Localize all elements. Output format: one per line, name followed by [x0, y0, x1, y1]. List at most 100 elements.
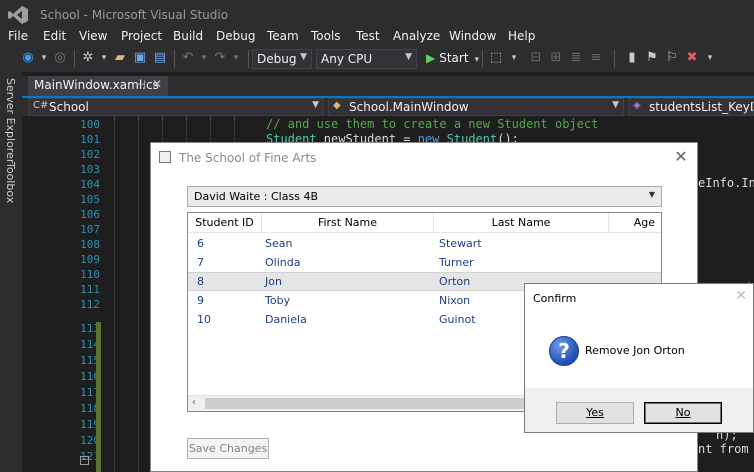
- yes-button[interactable]: Yes: [556, 402, 634, 424]
- undo-icon[interactable]: ↶: [180, 50, 196, 66]
- close-icon[interactable]: ✕: [152, 77, 162, 91]
- side-tool-strip: Server Explorer Toolbox: [0, 72, 22, 472]
- line-number: 109: [80, 253, 100, 266]
- line-number: 120: [80, 434, 100, 447]
- comment-icon[interactable]: ≣: [568, 50, 584, 66]
- student-id: 7: [197, 256, 204, 269]
- bookmark-icon[interactable]: ▮: [624, 50, 640, 66]
- class-icon: ◆: [333, 100, 341, 111]
- close-icon[interactable]: ✕: [735, 288, 747, 304]
- line-number: 117: [80, 386, 100, 399]
- new-dropdown-icon[interactable]: ▾: [96, 50, 112, 66]
- dialog-message: Remove Jon Orton: [585, 344, 685, 357]
- collapse-toggle-icon[interactable]: −: [80, 456, 89, 465]
- indent-guide: [138, 116, 139, 472]
- redo-icon[interactable]: ↷: [212, 50, 228, 66]
- menu-help[interactable]: Help: [508, 29, 535, 43]
- menu-view[interactable]: View: [79, 29, 107, 43]
- student-last-name: Orton: [439, 275, 471, 288]
- question-icon: ?: [549, 336, 579, 366]
- format-icon[interactable]: ⊞: [548, 50, 564, 66]
- class-value: School.MainWindow: [349, 100, 469, 114]
- configuration-dropdown[interactable]: Debug ▼: [252, 49, 312, 69]
- chevron-down-icon: ▼: [612, 100, 619, 110]
- back-dropdown-icon[interactable]: ▾: [36, 50, 52, 66]
- menu-debug[interactable]: Debug: [216, 29, 255, 43]
- list-item[interactable]: 7 Olinda Turner: [188, 253, 661, 272]
- no-button[interactable]: No: [644, 402, 722, 424]
- menu-tools[interactable]: Tools: [311, 29, 341, 43]
- toolbar-separator: [248, 50, 249, 68]
- next-bookmark-icon[interactable]: ⚐: [664, 50, 680, 66]
- chevron-down-icon: ▼: [300, 52, 307, 62]
- list-item[interactable]: 6 Sean Stewart: [188, 234, 661, 253]
- save-changes-button[interactable]: Save Changes: [187, 438, 269, 459]
- code-fragment: eInfo.Inv: [698, 176, 754, 190]
- uncomment-icon[interactable]: ≡: [588, 50, 604, 66]
- toolbox-tab[interactable]: Toolbox: [4, 162, 17, 203]
- no-label: No: [675, 406, 691, 419]
- prev-bookmark-icon[interactable]: ⚑: [644, 50, 660, 66]
- class-selector-value: David Waite : Class 4B: [194, 190, 318, 203]
- align-icon[interactable]: ⊟: [528, 50, 544, 66]
- close-icon[interactable]: ✕: [671, 147, 691, 167]
- navigation-bar: C# School ▼ ◆ School.MainWindow ▼ ◈ stud…: [22, 98, 754, 116]
- toolbar-separator: [174, 50, 175, 68]
- code-comment: // and use them to create a new Student …: [266, 117, 599, 131]
- toolbar-separator: [482, 50, 483, 68]
- chevron-down-icon: ▼: [312, 100, 319, 110]
- menu-project[interactable]: Project: [121, 29, 162, 43]
- student-last-name: Turner: [439, 256, 474, 269]
- undo-dropdown-icon[interactable]: ▾: [196, 50, 212, 66]
- project-value: School: [49, 100, 89, 114]
- toolbar-overflow-icon[interactable]: ▾: [702, 50, 718, 66]
- start-button[interactable]: ▶ Start ▾: [426, 51, 479, 65]
- platform-dropdown[interactable]: Any CPU ▼: [316, 49, 417, 69]
- open-folder-icon[interactable]: ▰: [112, 50, 128, 66]
- member-dropdown[interactable]: ◈ studentsList_KeyDown: [628, 98, 754, 116]
- save-all-icon[interactable]: ▤: [152, 50, 168, 66]
- line-number: 114: [80, 338, 100, 351]
- class-selector-dropdown[interactable]: David Waite : Class 4B ▼: [187, 186, 662, 207]
- menu-team[interactable]: Team: [267, 29, 299, 43]
- redo-dropdown-icon[interactable]: ▾: [228, 50, 244, 66]
- column-header-age[interactable]: Age: [609, 213, 661, 233]
- chevron-down-icon: ▼: [405, 52, 412, 62]
- line-number: 119: [80, 418, 100, 431]
- student-id: 10: [197, 313, 211, 326]
- browse-dropdown-icon[interactable]: ▾: [506, 50, 522, 66]
- pin-icon[interactable]: ⊣: [136, 78, 146, 91]
- scroll-left-icon[interactable]: ‹: [192, 397, 196, 408]
- menu-build[interactable]: Build: [173, 29, 203, 43]
- column-header-last-name[interactable]: Last Name: [434, 213, 609, 233]
- back-icon[interactable]: ◉: [20, 50, 36, 66]
- student-id: 8: [197, 275, 204, 288]
- changed-lines-marker: [96, 322, 101, 472]
- menu-file[interactable]: File: [8, 29, 28, 43]
- column-header-student-id[interactable]: Student ID: [188, 213, 262, 233]
- menu-edit[interactable]: Edit: [43, 29, 66, 43]
- column-header-first-name[interactable]: First Name: [262, 213, 434, 233]
- toolbar-separator: [614, 50, 615, 68]
- title-bar: School - Microsoft Visual Studio: [0, 0, 754, 30]
- new-project-icon[interactable]: ✲: [80, 50, 96, 66]
- forward-icon[interactable]: ◎: [52, 50, 68, 66]
- tab-mainwindow-xaml-cs[interactable]: MainWindow.xaml.cs ⊣ ✕: [28, 76, 168, 96]
- confirm-dialog: Confirm ✕ ? Remove Jon Orton Yes No: [524, 283, 754, 433]
- member-value: studentsList_KeyDown: [649, 100, 753, 114]
- document-tab-strip: MainWindow.xaml.cs ⊣ ✕: [22, 76, 754, 96]
- line-number: 110: [80, 268, 100, 281]
- project-dropdown[interactable]: C# School ▼: [28, 98, 324, 116]
- menu-window[interactable]: Window: [449, 29, 496, 43]
- line-number: 113: [80, 322, 100, 335]
- student-first-name: Olinda: [265, 256, 301, 269]
- class-dropdown[interactable]: ◆ School.MainWindow ▼: [328, 98, 624, 116]
- save-icon[interactable]: ▣: [132, 50, 148, 66]
- browse-icon[interactable]: ⬚: [488, 50, 504, 66]
- menu-analyze[interactable]: Analyze: [393, 29, 440, 43]
- clear-bookmarks-icon[interactable]: ✖: [684, 50, 700, 66]
- indent-guide: [114, 116, 115, 472]
- menu-test[interactable]: Test: [356, 29, 380, 43]
- line-number: 107: [80, 223, 100, 236]
- server-explorer-tab[interactable]: Server Explorer: [4, 78, 17, 163]
